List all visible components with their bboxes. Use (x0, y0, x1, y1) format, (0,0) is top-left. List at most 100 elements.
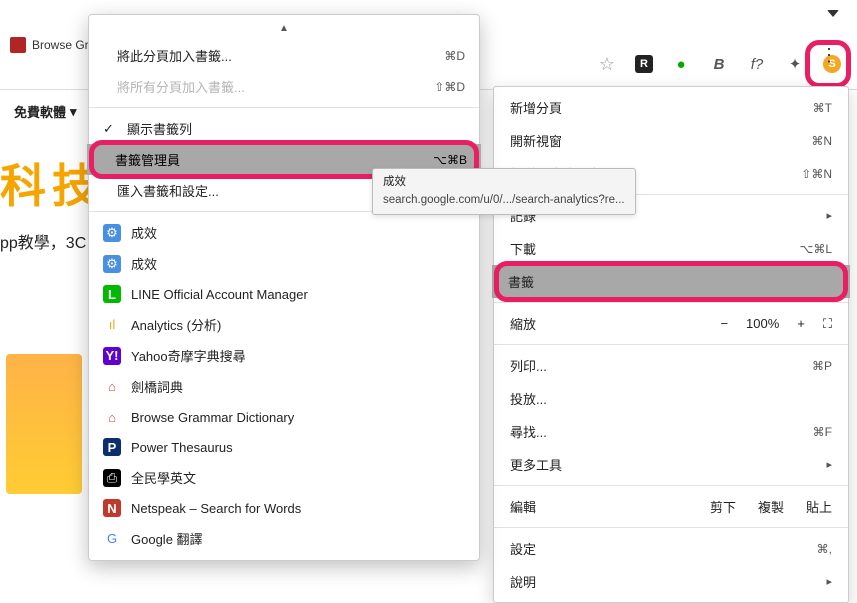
menu-settings[interactable]: 設定 ⌘, (494, 532, 848, 565)
zoom-in-button[interactable]: + (797, 316, 805, 331)
shortcut: ⌘N (811, 134, 832, 148)
bookmark-item[interactable]: ⚙ 成效 (89, 248, 479, 279)
star-icon[interactable]: ☆ (597, 54, 617, 74)
menu-separator (89, 107, 479, 108)
menu-separator (494, 485, 848, 486)
menu-label: 設定 (510, 539, 536, 558)
menu-label: 縮放 (510, 314, 536, 333)
bookmark-item[interactable]: N Netspeak – Search for Words (89, 493, 479, 523)
shortcut: ⌘F (813, 425, 832, 439)
menu-help[interactable]: 說明 ▸ (494, 565, 848, 598)
extension-f-icon[interactable]: f? (747, 54, 767, 74)
extension-green-icon[interactable]: ● (671, 54, 691, 74)
tooltip-title: 成效 (383, 175, 625, 191)
menu-label: 說明 (510, 572, 536, 591)
shortcut: ⌥⌘L (799, 242, 832, 256)
bookmark-favicon: ıl (103, 316, 121, 334)
bookmark-favicon: ⚙ (103, 224, 121, 242)
chevron-right-icon: ▸ (826, 575, 832, 588)
tab-title: Browse Gr (32, 38, 89, 52)
extensions-icon[interactable]: ✦ (785, 54, 805, 74)
menu-separator (494, 527, 848, 528)
overflow-menu-button[interactable]: ⋮ (819, 52, 839, 58)
shortcut: ⌘T (813, 101, 832, 115)
nav-item-free-software[interactable]: 免費軟體 (14, 102, 66, 121)
bookmark-label: LINE Official Account Manager (131, 287, 308, 302)
zoom-out-button[interactable]: − (720, 316, 728, 331)
bookmark-favicon: N (103, 499, 121, 517)
chevron-right-icon: ▸ (826, 209, 832, 222)
bookmark-item[interactable]: Y! Yahoo奇摩字典搜尋 (89, 340, 479, 371)
menu-cast[interactable]: 投放... (494, 382, 848, 415)
bookmark-label: 全民學英文 (131, 468, 196, 487)
menu-label: 顯示書籤列 (127, 119, 192, 138)
shortcut: ⌥⌘B (433, 153, 467, 167)
menu-find[interactable]: 尋找... ⌘F (494, 415, 848, 448)
bookmark-favicon: ⎙ (103, 469, 121, 487)
bm-add-current-tab[interactable]: 將此分頁加入書籤... ⌘D (89, 40, 479, 71)
menu-label: 投放... (510, 389, 547, 408)
bm-show-bookmarks-bar[interactable]: ✓ 顯示書籤列 (89, 113, 479, 144)
fullscreen-icon[interactable]: ⛶ (823, 316, 832, 332)
bookmark-favicon: ⌂ (103, 408, 121, 426)
bookmark-item[interactable]: PPower Thesaurus (89, 432, 479, 462)
article-thumbnail[interactable] (6, 354, 82, 494)
bookmarks-submenu: ▲ 將此分頁加入書籤... ⌘D 將所有分頁加入書籤... ⇧⌘D ✓ 顯示書籤… (88, 14, 480, 561)
bookmark-label: Power Thesaurus (131, 440, 233, 455)
chevron-down-icon: ▾ (70, 104, 77, 120)
menu-label: 列印... (510, 356, 547, 375)
bookmark-favicon: ⌂ (103, 378, 121, 396)
scroll-up-icon[interactable]: ▲ (89, 21, 479, 40)
menu-label: 新增分頁 (510, 98, 562, 117)
menu-label: 尋找... (510, 422, 547, 441)
shortcut: ⇧⌘N (801, 167, 832, 181)
menu-label: 匯入書籤和設定... (117, 181, 219, 200)
menu-separator (494, 302, 848, 303)
bookmark-label: Netspeak – Search for Words (131, 501, 301, 516)
menu-new-tab[interactable]: 新增分頁 ⌘T (494, 91, 848, 124)
menu-print[interactable]: 列印... ⌘P (494, 349, 848, 382)
menu-label: 將所有分頁加入書籤... (117, 77, 245, 96)
bookmark-label: 成效 (131, 254, 157, 273)
bookmark-item[interactable]: ıl Analytics (分析) (89, 309, 479, 340)
bm-add-all-tabs: 將所有分頁加入書籤... ⇧⌘D (89, 71, 479, 102)
menu-zoom: 縮放 − 100% + ⛶ (494, 307, 848, 340)
menu-label: 開新視窗 (510, 131, 562, 150)
shortcut: ⌘, (817, 542, 832, 556)
shortcut: ⌘D (444, 49, 465, 63)
zoom-level: 100% (746, 316, 779, 331)
hover-tooltip: 成效 search.google.com/u/0/.../search-anal… (372, 168, 636, 215)
bookmark-label: Yahoo奇摩字典搜尋 (131, 346, 246, 365)
bookmark-item[interactable]: L LINE Official Account Manager (89, 279, 479, 309)
bookmark-item[interactable]: ⌂ Browse Grammar Dictionary (89, 402, 479, 432)
bookmark-favicon: G (103, 530, 121, 548)
bookmark-label: 成效 (131, 223, 157, 242)
bookmark-favicon: ⚙ (103, 255, 121, 273)
bookmark-item[interactable]: G Google 翻譯 (89, 523, 479, 554)
bookmark-label: Browse Grammar Dictionary (131, 410, 294, 425)
menu-more-tools[interactable]: 更多工具 ▸ (494, 448, 848, 481)
menu-separator (494, 344, 848, 345)
bookmark-label: Google 翻譯 (131, 529, 203, 548)
extension-r-icon[interactable]: R (635, 55, 653, 73)
menu-label: 書籤 (508, 272, 534, 291)
bookmark-label: 劍橋詞典 (131, 377, 183, 396)
menu-new-window[interactable]: 開新視窗 ⌘N (494, 124, 848, 157)
menu-label: 更多工具 (510, 455, 562, 474)
bookmark-item[interactable]: ⚙ 成效 (89, 217, 479, 248)
shortcut: ⇧⌘D (434, 80, 465, 94)
tab-favicon (10, 37, 26, 53)
menu-bookmarks[interactable]: 書籤 (492, 265, 850, 298)
bookmark-favicon: L (103, 285, 121, 303)
profile-caret-icon[interactable] (827, 10, 839, 17)
overflow-menu: 新增分頁 ⌘T 開新視窗 ⌘N 新增無痕式視窗 ⇧⌘N 記錄 ▸ 下載 ⌥⌘L … (493, 86, 849, 603)
bookmark-item[interactable]: ⌂ 劍橋詞典 (89, 371, 479, 402)
bookmark-favicon: Y! (103, 347, 121, 365)
check-icon: ✓ (103, 121, 117, 137)
extension-b-icon[interactable]: B (709, 54, 729, 74)
chevron-right-icon: ▸ (826, 458, 832, 471)
bookmark-item[interactable]: ⎙ 全民學英文 (89, 462, 479, 493)
menu-downloads[interactable]: 下載 ⌥⌘L (494, 232, 848, 265)
bookmark-label: Analytics (分析) (131, 315, 221, 334)
tooltip-url: search.google.com/u/0/.../search-analyti… (383, 193, 625, 209)
